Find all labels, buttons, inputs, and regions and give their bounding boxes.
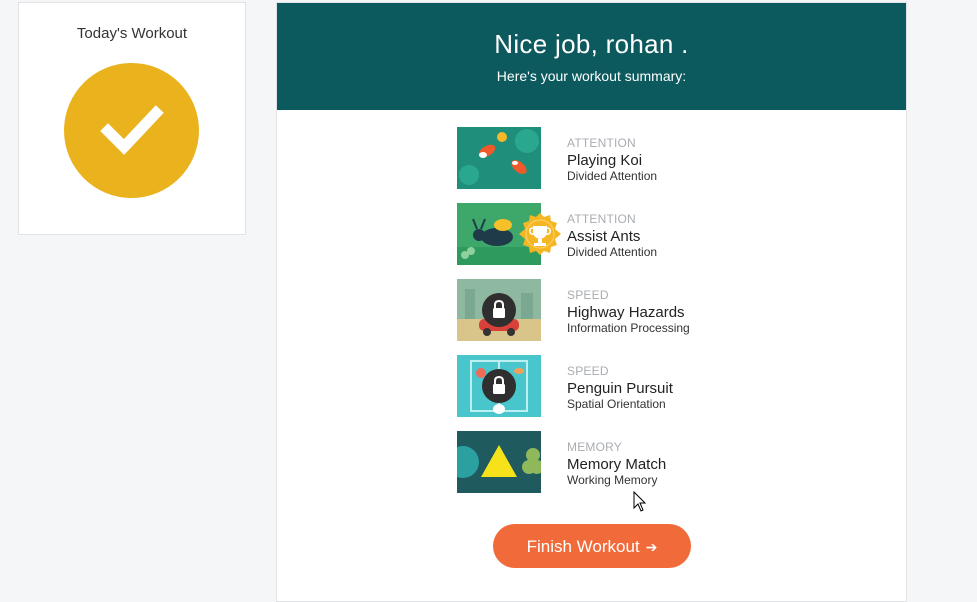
game-category: SPEED <box>567 364 609 378</box>
game-info: ATTENTION Assist Ants Divided Attention <box>567 212 658 260</box>
summary-header: Nice job, rohan . Here's your workout su… <box>277 3 906 110</box>
game-info: MEMORY Memory Match Working Memory <box>567 440 667 488</box>
game-skill: Divided Attention <box>567 169 658 183</box>
summary-title: Nice job, rohan . <box>494 29 689 59</box>
game-row-playing-koi[interactable]: ATTENTION Playing Koi Divided Attention <box>457 127 757 189</box>
game-row-penguin-pursuit[interactable]: SPEED Penguin Pursuit Spatial Orientatio… <box>457 355 757 417</box>
memory-match-thumbnail <box>457 431 541 493</box>
game-info: ATTENTION Playing Koi Divided Attention <box>567 136 658 184</box>
game-name: Playing Koi <box>567 152 643 169</box>
checkmark-icon <box>100 105 164 155</box>
todays-workout-title: Today's Workout <box>76 25 188 42</box>
game-info: SPEED Penguin Pursuit Spatial Orientatio… <box>567 364 673 412</box>
playing-koi-thumbnail <box>457 127 541 189</box>
game-name: Penguin Pursuit <box>567 380 673 397</box>
workout-summary-panel: Nice job, rohan . Here's your workout su… <box>276 2 907 602</box>
mouse-cursor-icon <box>633 491 647 512</box>
game-skill: Spatial Orientation <box>567 397 666 411</box>
summary-subtitle: Here's your workout summary: <box>496 68 687 84</box>
game-name: Highway Hazards <box>567 304 685 321</box>
finish-workout-button[interactable]: Finish Workout ➔ <box>493 524 691 568</box>
todays-workout-card: Today's Workout <box>18 2 246 235</box>
lock-icon <box>482 369 516 403</box>
arrow-right-icon: ➔ <box>645 539 658 555</box>
game-category: ATTENTION <box>567 212 636 226</box>
game-category: MEMORY <box>567 440 622 454</box>
game-row-memory-match[interactable]: MEMORY Memory Match Working Memory <box>457 431 757 493</box>
game-row-highway-hazards[interactable]: SPEED Highway Hazards Information Proces… <box>457 279 757 341</box>
game-list: ATTENTION Playing Koi Divided Attention <box>457 127 757 507</box>
finish-workout-label: Finish Workout <box>526 537 640 556</box>
game-category: SPEED <box>567 288 609 302</box>
game-info: SPEED Highway Hazards Information Proces… <box>567 288 690 336</box>
game-name: Assist Ants <box>567 228 641 245</box>
game-skill: Working Memory <box>567 473 658 487</box>
trophy-icon <box>519 213 561 255</box>
game-name: Memory Match <box>567 456 667 473</box>
game-row-assist-ants[interactable]: ATTENTION Assist Ants Divided Attention <box>457 203 757 265</box>
game-skill: Divided Attention <box>567 245 658 259</box>
completed-badge <box>64 63 199 198</box>
game-skill: Information Processing <box>567 321 690 335</box>
lock-icon <box>482 293 516 327</box>
game-category: ATTENTION <box>567 136 636 150</box>
